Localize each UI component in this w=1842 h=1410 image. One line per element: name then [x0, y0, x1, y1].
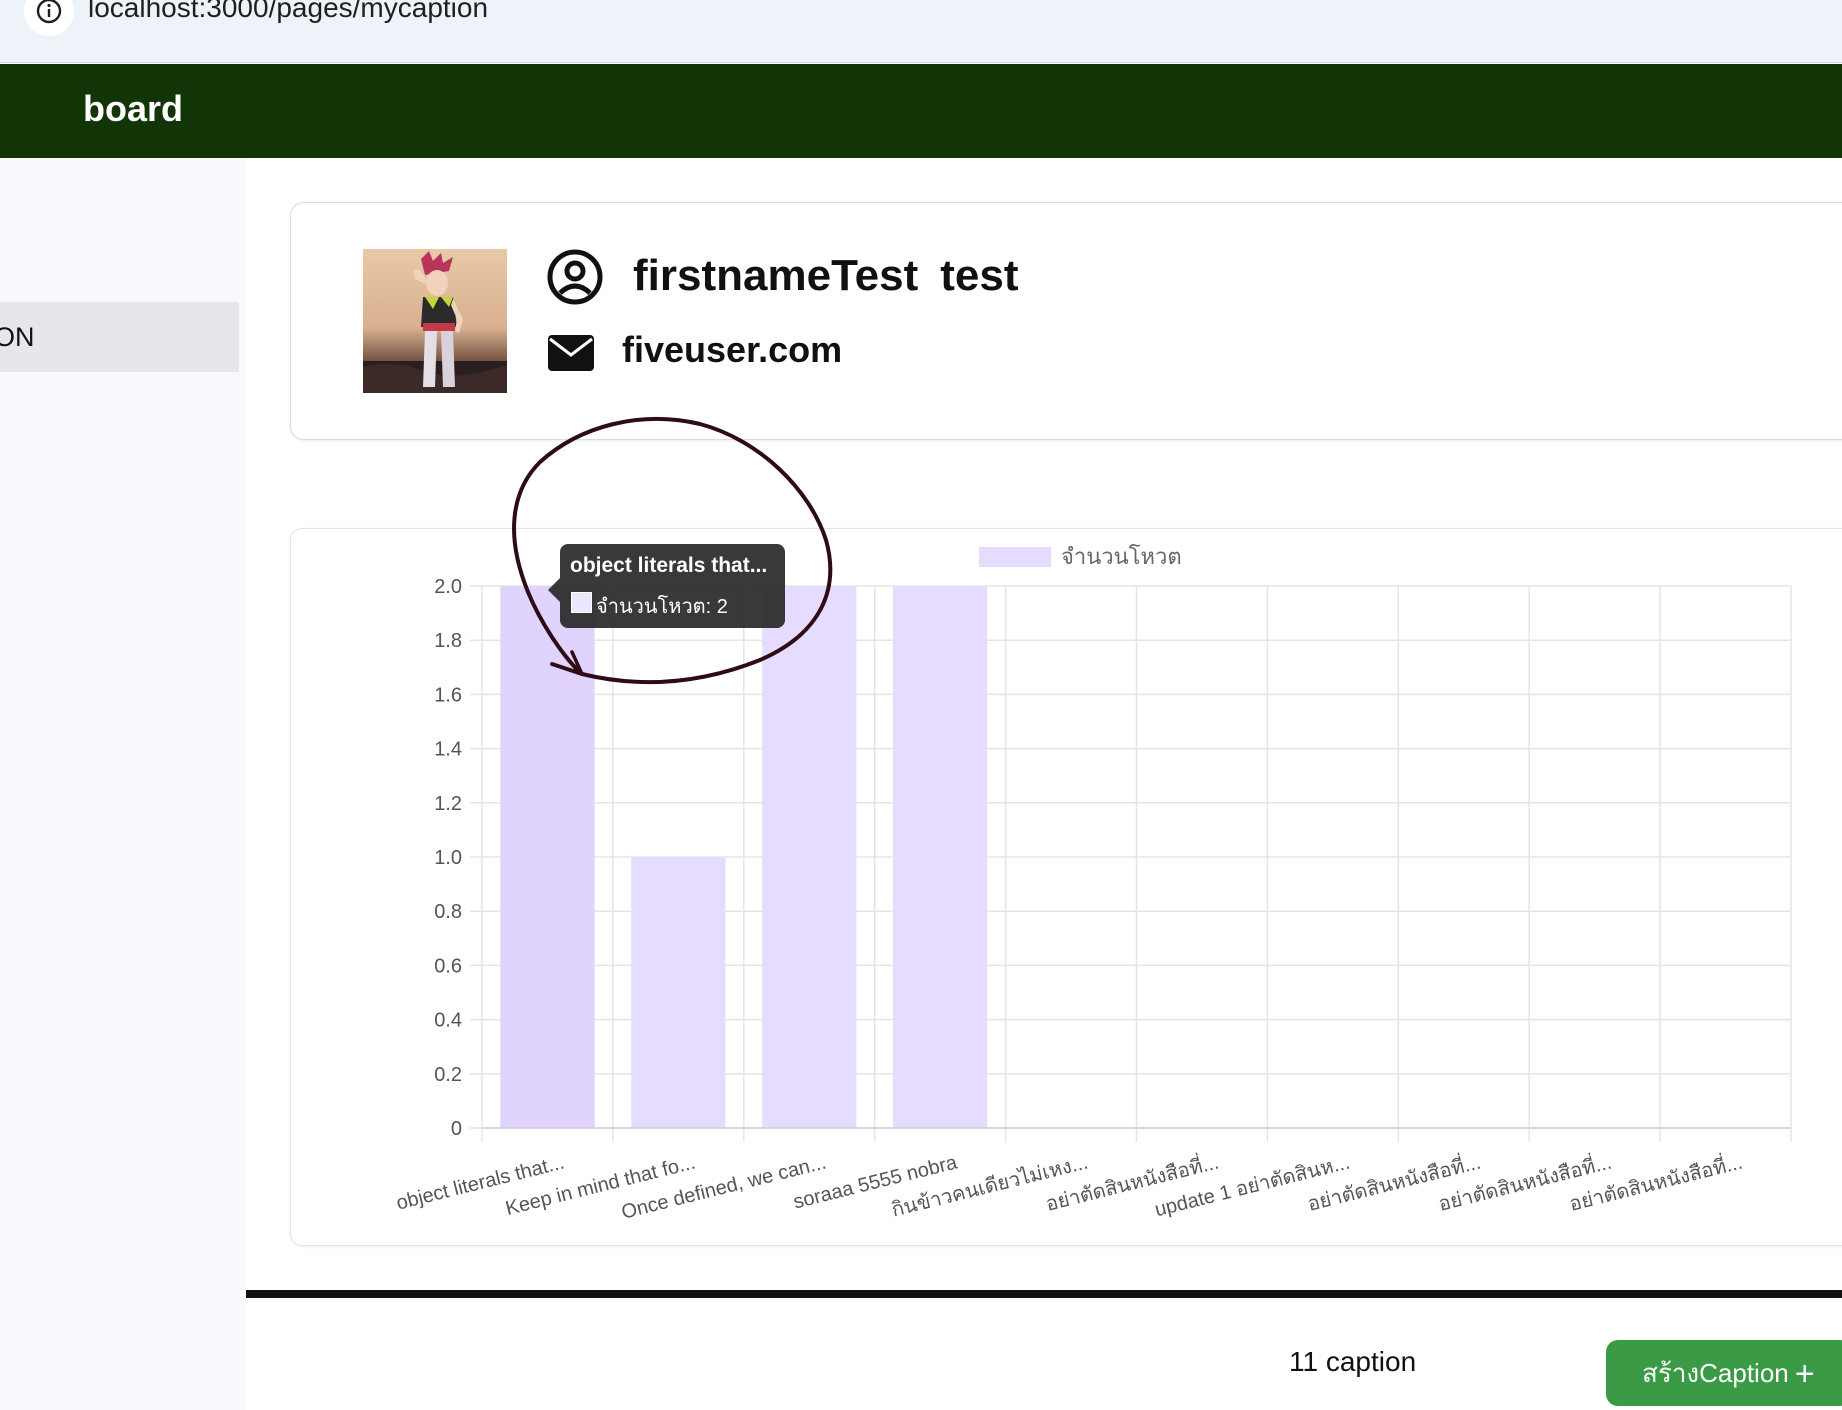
address-field[interactable]: localhost:3000/pages/mycaption [8, 0, 1842, 50]
y-tick-label: 2.0 [434, 576, 462, 598]
legend-label: จำนวนโหวต [1061, 544, 1182, 569]
tooltip-body: จำนวนโหวต: 2 [596, 596, 728, 618]
y-tick-label: 1.6 [434, 684, 462, 706]
y-tick-label: 1.4 [434, 739, 462, 761]
tooltip-swatch [571, 592, 592, 613]
y-tick-label: 0.4 [434, 1010, 462, 1032]
chart-card: จำนวนโหวต 0 0.2 0.4 0.6 0.8 1.0 1.2 1.4 1.6 1.8 2.0… [290, 528, 1842, 1246]
info-icon[interactable] [24, 0, 74, 36]
create-caption-label: สร้างCaption [1642, 1357, 1789, 1388]
app-title[interactable]: board [83, 88, 183, 130]
y-tick-label: 1.8 [434, 630, 462, 652]
section-divider [246, 1290, 1842, 1298]
vote-bar-chart: จำนวนโหวต 0 0.2 0.4 0.6 0.8 1.0 1.2 1.4 1.6 1.8 2.0… [394, 544, 1792, 1224]
chart-bar [762, 586, 857, 1128]
y-tick-label: 0.8 [434, 901, 462, 923]
chart-bar [631, 857, 726, 1128]
chart-bar [893, 586, 988, 1128]
sidebar-item-label: ON [0, 322, 35, 352]
full-name: firstnameTest test [633, 251, 1019, 301]
app-header: board [0, 64, 1842, 158]
y-tick-label: 1.2 [434, 793, 462, 815]
envelope-icon [548, 335, 594, 371]
chart-tooltip: object literals that... จำนวนโหวต: 2 [560, 544, 785, 628]
y-tick-label: 0 [451, 1118, 462, 1140]
caption-count: 11 caption [1289, 1346, 1417, 1377]
y-tick-label: 1.0 [434, 847, 462, 869]
y-tick-label: 0.6 [434, 955, 462, 977]
last-name: test [940, 251, 1019, 300]
first-name: firstnameTest [633, 251, 919, 300]
plus-icon: + [1794, 1354, 1815, 1393]
chart-bar [500, 586, 595, 1128]
tooltip-arrow [548, 578, 560, 602]
sidebar: ON [0, 158, 246, 1410]
create-caption-button[interactable]: สร้างCaption + [1606, 1340, 1842, 1406]
url-text[interactable]: localhost:3000/pages/mycaption [88, 0, 488, 24]
user-email: fiveuser.com [622, 329, 843, 370]
user-circle-icon [547, 249, 603, 305]
tooltip-title: object literals that... [570, 554, 768, 577]
sidebar-item-active[interactable]: ON [0, 302, 239, 372]
profile-card: firstnameTest test fiveuser.com [290, 202, 1842, 440]
legend-swatch [979, 547, 1051, 567]
browser-address-bar: localhost:3000/pages/mycaption [0, 0, 1842, 63]
avatar [363, 249, 507, 393]
y-tick-label: 0.2 [434, 1064, 462, 1086]
